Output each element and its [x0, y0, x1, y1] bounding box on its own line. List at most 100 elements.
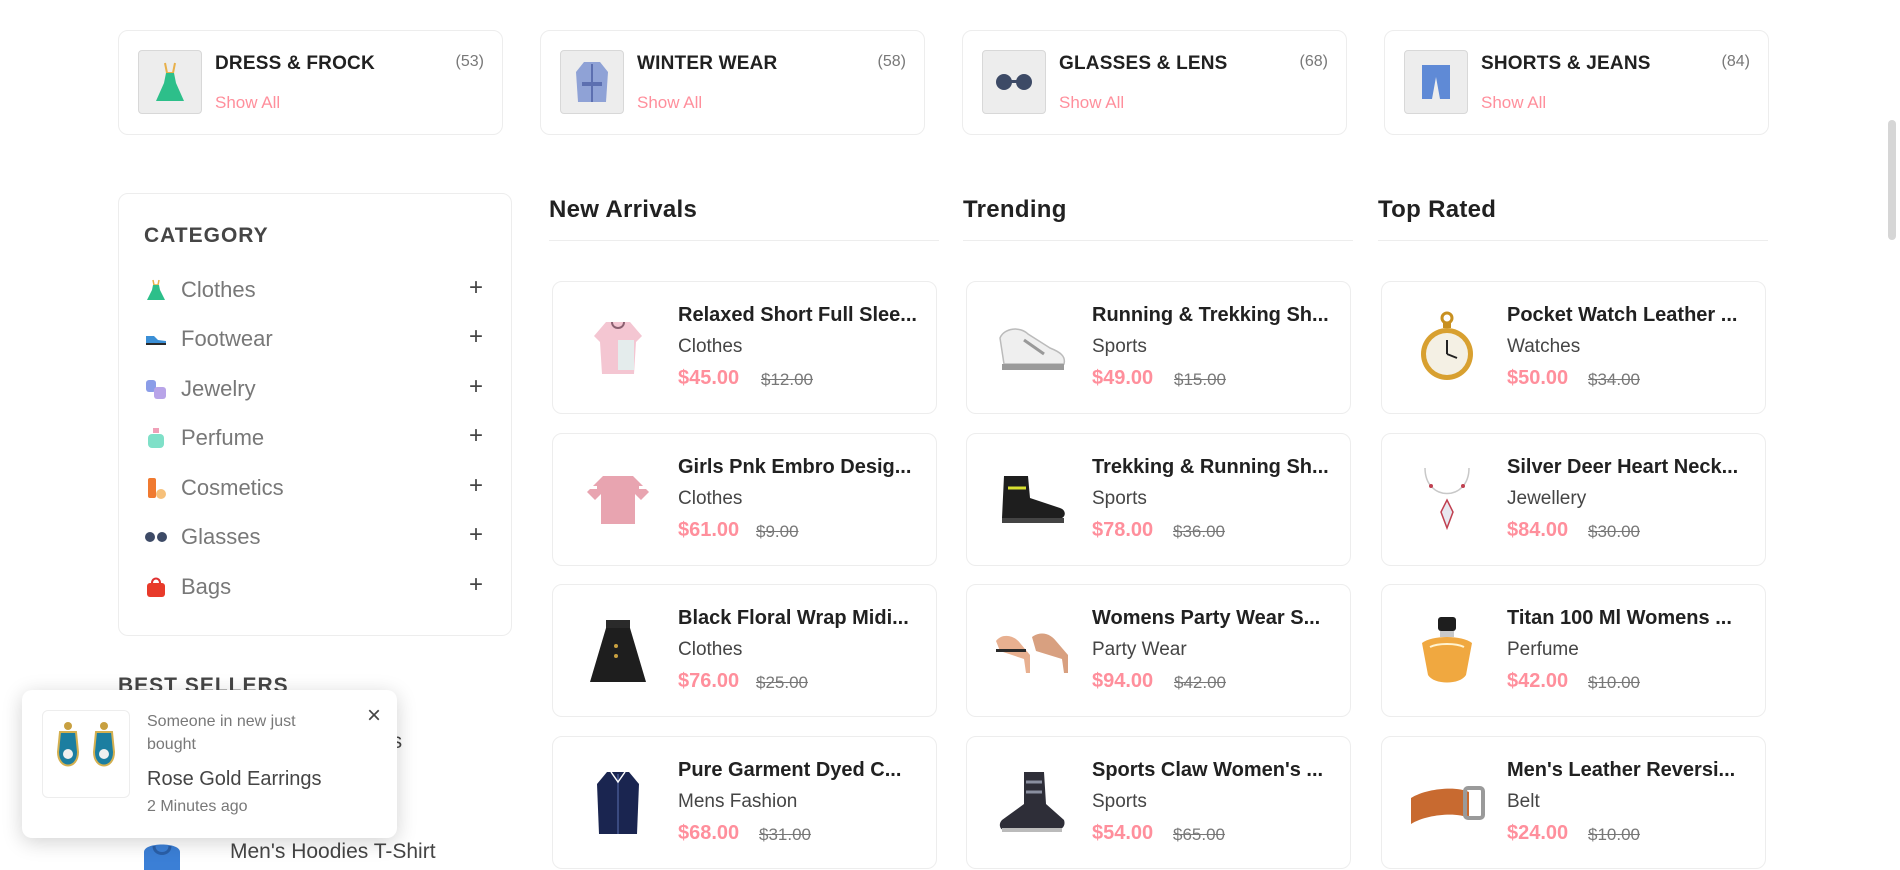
column-divider	[1378, 240, 1768, 241]
dress-icon	[144, 278, 168, 302]
product-price: $94.00	[1092, 670, 1154, 692]
category-title: DRESS & FROCK	[215, 53, 375, 74]
sidebar-item-bags[interactable]: Bags +	[144, 571, 488, 603]
product-card[interactable]: Trekking & Running Sh... Sports $78.00 $…	[966, 433, 1351, 566]
product-name[interactable]: Men's Leather Reversi...	[1507, 759, 1752, 782]
category-title: WINTER WEAR	[637, 53, 778, 74]
product-price: $68.00	[678, 822, 740, 844]
product-card[interactable]: Relaxed Short Full Slee... Clothes $45.0…	[552, 281, 937, 414]
product-card[interactable]: Sports Claw Women's ... Sports $54.00 $6…	[966, 736, 1351, 869]
heels-icon	[987, 611, 1077, 691]
sidebar-item-footwear[interactable]: Footwear +	[144, 323, 488, 355]
sidebar-item-clothes[interactable]: Clothes +	[144, 274, 488, 306]
sidebar-item-glasses[interactable]: Glasses +	[144, 521, 488, 553]
cosmetics-icon	[144, 476, 168, 500]
boot-icon	[987, 460, 1077, 540]
jewelry-icon	[144, 377, 168, 401]
expand-icon[interactable]: +	[464, 274, 488, 302]
column-divider	[549, 240, 939, 241]
category-sidebar: CATEGORY Clothes + Footwear + Jewelry + …	[118, 193, 512, 636]
product-price: $61.00	[678, 519, 740, 541]
product-category: Clothes	[678, 488, 743, 509]
product-card[interactable]: Running & Trekking Sh... Sports $49.00 $…	[966, 281, 1351, 414]
product-category: Sports	[1092, 791, 1147, 812]
product-old-price: $36.00	[1173, 522, 1225, 541]
close-icon[interactable]: ×	[362, 702, 386, 730]
product-name[interactable]: Womens Party Wear S...	[1092, 607, 1337, 630]
product-name[interactable]: Silver Deer Heart Neck...	[1507, 456, 1752, 479]
scrollbar-thumb[interactable]	[1888, 120, 1896, 240]
expand-icon[interactable]: +	[464, 521, 488, 549]
expand-icon[interactable]: +	[464, 323, 488, 351]
notification-message: Someone in new just bought	[147, 713, 296, 753]
glasses-icon	[144, 525, 168, 549]
product-old-price: $65.00	[1173, 825, 1225, 844]
expand-icon[interactable]: +	[464, 472, 488, 500]
page-scrollbar[interactable]	[1884, 0, 1900, 870]
bag-icon	[144, 575, 168, 599]
expand-icon[interactable]: +	[464, 422, 488, 450]
category-count: (58)	[877, 53, 906, 70]
product-category: Watches	[1507, 336, 1581, 357]
product-category: Party Wear	[1092, 639, 1187, 660]
sidebar-item-jewelry[interactable]: Jewelry +	[144, 373, 488, 405]
expand-icon[interactable]: +	[464, 571, 488, 599]
category-card-shorts[interactable]: SHORTS & JEANS (84) Show All	[1384, 30, 1769, 135]
category-count: (84)	[1721, 53, 1750, 70]
product-category: Clothes	[678, 639, 743, 660]
product-price: $78.00	[1092, 519, 1154, 541]
product-card[interactable]: Silver Deer Heart Neck... Jewellery $84.…	[1381, 433, 1766, 566]
earrings-icon	[42, 710, 130, 798]
shoe-icon	[144, 327, 168, 351]
category-card-glasses[interactable]: GLASSES & LENS (68) Show All	[962, 30, 1347, 135]
expand-icon[interactable]: +	[464, 373, 488, 401]
product-price: $50.00	[1507, 367, 1569, 389]
sweater-icon	[573, 308, 663, 388]
sport-shoe-icon	[987, 763, 1077, 843]
product-price: $24.00	[1507, 822, 1569, 844]
product-name[interactable]: Pocket Watch Leather ...	[1507, 304, 1752, 327]
sidebar-item-label: Bags	[181, 574, 232, 599]
hoodie-icon	[130, 838, 194, 870]
sidebar-item-perfume[interactable]: Perfume +	[144, 422, 488, 454]
product-name[interactable]: Black Floral Wrap Midi...	[678, 607, 923, 630]
watch-icon	[1402, 308, 1492, 388]
category-count: (68)	[1299, 53, 1328, 70]
sidebar-item-cosmetics[interactable]: Cosmetics +	[144, 472, 488, 504]
product-name[interactable]: Sports Claw Women's ...	[1092, 759, 1337, 782]
category-card-dress[interactable]: DRESS & FROCK (53) Show All	[118, 30, 503, 135]
product-name[interactable]: Trekking & Running Sh...	[1092, 456, 1337, 479]
product-name[interactable]: Relaxed Short Full Slee...	[678, 304, 923, 327]
product-price: $84.00	[1507, 519, 1569, 541]
sidebar-item-label: Glasses	[181, 524, 261, 549]
notification-product-name[interactable]: Rose Gold Earrings	[147, 768, 322, 791]
product-category: Perfume	[1507, 639, 1579, 660]
show-all-link[interactable]: Show All	[637, 93, 702, 113]
product-old-price: $34.00	[1588, 370, 1640, 389]
category-card-winter[interactable]: WINTER WEAR (58) Show All	[540, 30, 925, 135]
show-all-link[interactable]: Show All	[1481, 93, 1546, 113]
product-category: Sports	[1092, 336, 1147, 357]
product-card[interactable]: Pure Garment Dyed C... Mens Fashion $68.…	[552, 736, 937, 869]
product-card[interactable]: Girls Pnk Embro Desig... Clothes $61.00 …	[552, 433, 937, 566]
product-price: $76.00	[678, 670, 740, 692]
sidebar-item-label: Clothes	[181, 277, 256, 302]
product-card[interactable]: Men's Leather Reversi... Belt $24.00 $10…	[1381, 736, 1766, 869]
product-name[interactable]: Titan 100 Ml Womens ...	[1507, 607, 1752, 630]
show-all-link[interactable]: Show All	[1059, 93, 1124, 113]
perfume-icon	[1402, 611, 1492, 691]
best-seller-item-label[interactable]: Men's Hoodies T-Shirt	[230, 840, 436, 864]
product-name[interactable]: Pure Garment Dyed C...	[678, 759, 923, 782]
top-icon	[573, 460, 663, 540]
product-card[interactable]: Pocket Watch Leather ... Watches $50.00 …	[1381, 281, 1766, 414]
product-category: Mens Fashion	[678, 791, 798, 812]
product-name[interactable]: Running & Trekking Sh...	[1092, 304, 1337, 327]
product-name[interactable]: Girls Pnk Embro Desig...	[678, 456, 923, 479]
jacket-icon	[573, 763, 663, 843]
product-price: $49.00	[1092, 367, 1154, 389]
show-all-link[interactable]: Show All	[215, 93, 280, 113]
product-card[interactable]: Titan 100 Ml Womens ... Perfume $42.00 $…	[1381, 584, 1766, 717]
product-card[interactable]: Womens Party Wear S... Party Wear $94.00…	[966, 584, 1351, 717]
product-card[interactable]: Black Floral Wrap Midi... Clothes $76.00…	[552, 584, 937, 717]
sneaker-icon	[987, 308, 1077, 388]
